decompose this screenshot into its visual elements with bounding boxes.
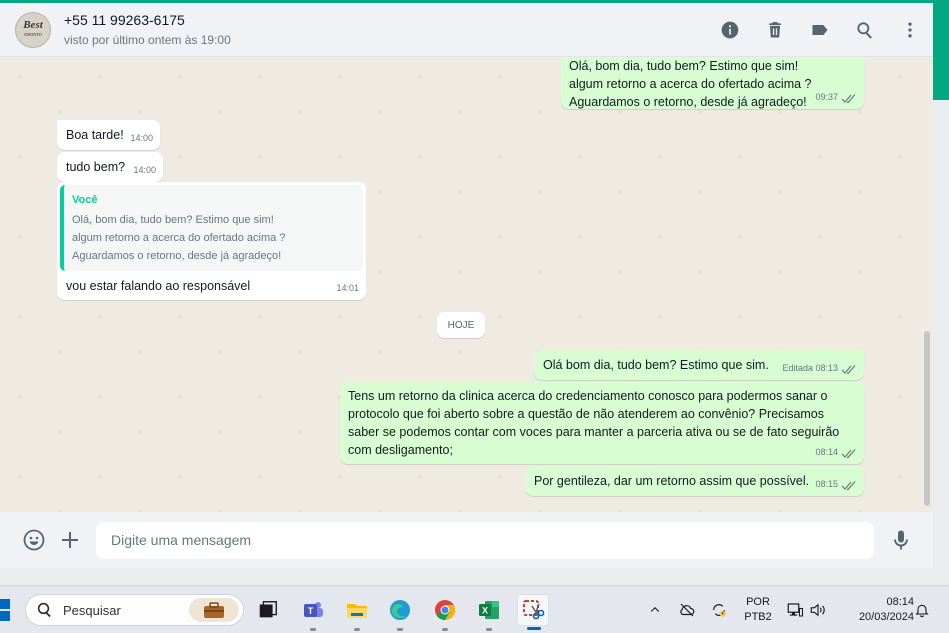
message-text: Por gentileza, dar um retorno assim que … (534, 474, 810, 488)
quote-text: Olá, bom dia, tudo bem? Estimo que sim! … (72, 214, 286, 262)
message-time: 08:14 (815, 447, 838, 457)
message-meta: 14:00 (130, 129, 153, 147)
excel-icon[interactable]: X (473, 594, 505, 631)
clock-time: 08:14 (886, 596, 914, 608)
message-time: 14:00 (130, 133, 153, 143)
message-meta: 09:37 (815, 88, 857, 106)
contact-name: +55 11 99263-6175 (64, 12, 185, 28)
read-ticks-icon (841, 92, 857, 104)
message-meta: 08:15 (815, 475, 857, 493)
message-incoming-reply[interactable]: Você Olá, bom dia, tudo bem? Estimo que … (57, 182, 366, 300)
message-meta: 08:14 (815, 443, 857, 461)
taskbar-search[interactable]: Pesquisar (25, 594, 244, 626)
message-time: Editada 08:13 (782, 363, 838, 373)
chevron-up-icon[interactable] (645, 586, 665, 633)
briefcase-icon (189, 598, 239, 622)
search-label: Pesquisar (63, 602, 121, 618)
volume-icon[interactable] (808, 586, 828, 633)
window-bottom-edge (0, 568, 949, 585)
label-icon[interactable] (809, 19, 831, 41)
message-time: 14:00 (133, 165, 156, 175)
chrome-icon[interactable] (429, 594, 461, 631)
svg-text:X: X (482, 606, 488, 616)
delete-icon[interactable] (764, 19, 786, 41)
message-text: vou estar falando ao responsável (66, 279, 251, 293)
message-incoming[interactable]: tudo bem? 14:00 (57, 152, 163, 182)
message-outgoing[interactable]: Olá, bom dia, tudo bem? Estimo que sim! … (561, 57, 864, 109)
edge-icon[interactable] (384, 594, 416, 631)
message-time: 08:15 (815, 479, 838, 489)
read-ticks-icon (841, 447, 857, 459)
sync-warning-icon[interactable] (708, 586, 730, 633)
teams-icon[interactable]: T (297, 594, 329, 631)
menu-icon[interactable] (899, 19, 921, 41)
file-explorer-icon[interactable] (341, 594, 373, 631)
snipping-tool-icon[interactable] (517, 594, 549, 630)
search-icon[interactable] (854, 19, 876, 41)
message-input[interactable] (96, 521, 874, 559)
composer-bar (0, 512, 933, 568)
avatar-logo: Best ODONTO (23, 18, 43, 37)
network-icon[interactable] (785, 586, 805, 633)
windows-taskbar: Pesquisar T X POR PTB2 08:14 20/03/2024 (0, 585, 949, 633)
info-icon[interactable] (719, 19, 741, 41)
quoted-message[interactable]: Você Olá, bom dia, tudo bem? Estimo que … (60, 185, 363, 271)
message-outgoing[interactable]: Tens um retorno da clinica acerca do cre… (340, 382, 864, 464)
microphone-icon[interactable] (888, 527, 914, 553)
chat-panel[interactable]: Olá, bom dia, tudo bem? Estimo que sim! … (0, 57, 933, 512)
window-accent-edge (933, 0, 949, 100)
clock-date: 20/03/2024 (858, 611, 914, 623)
message-time: 14:01 (336, 283, 359, 293)
attach-plus-icon[interactable] (57, 527, 83, 553)
message-outgoing[interactable]: Por gentileza, dar um retorno assim que … (526, 466, 864, 496)
message-outgoing[interactable]: Olá bom dia, tudo bem? Estimo que sim. E… (534, 350, 864, 380)
task-view-icon[interactable] (252, 594, 284, 626)
header-actions (696, 3, 921, 57)
message-meta: 14:00 (133, 161, 156, 179)
date-separator: HOJE (437, 312, 485, 338)
svg-text:T: T (308, 606, 314, 616)
input-language[interactable]: POR PTB2 (741, 595, 775, 625)
message-incoming[interactable]: Boa tarde! 14:00 (57, 120, 160, 150)
emoji-icon[interactable] (21, 527, 47, 553)
last-seen-status: visto por último ontem às 19:00 (64, 33, 231, 47)
message-time: 09:37 (815, 92, 838, 102)
cloud-offline-icon[interactable] (676, 586, 698, 633)
notification-bell-icon[interactable] (913, 586, 931, 633)
message-text: Olá, bom dia, tudo bem? Estimo que sim! … (569, 59, 812, 109)
message-meta: 14:01 (336, 279, 359, 297)
avatar[interactable]: Best ODONTO (15, 11, 51, 48)
windows-start-icon[interactable] (0, 598, 12, 622)
chat-scrollbar-thumb[interactable] (924, 331, 930, 506)
taskbar-clock[interactable]: 08:14 20/03/2024 (838, 595, 914, 625)
quote-author: Você (72, 194, 98, 206)
chat-header[interactable]: Best ODONTO +55 11 99263-6175 visto por … (0, 3, 933, 57)
search-icon (37, 602, 51, 618)
read-ticks-icon (841, 363, 857, 375)
contact-info[interactable]: +55 11 99263-6175 visto por último ontem… (64, 12, 231, 47)
message-meta: Editada 08:13 (782, 359, 857, 377)
message-text: Tens um retorno da clinica acerca do cre… (348, 389, 840, 457)
read-ticks-icon (841, 479, 857, 491)
